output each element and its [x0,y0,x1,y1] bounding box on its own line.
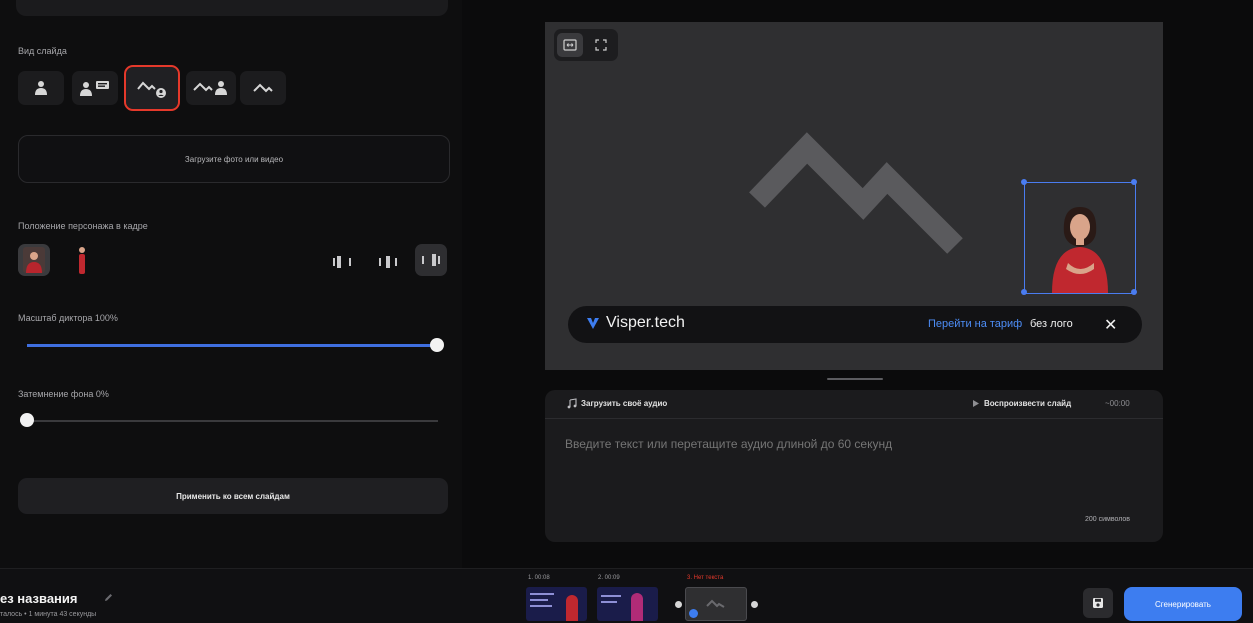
slide-thumbnail-1[interactable] [526,587,587,621]
person-with-caption-icon [80,81,109,96]
character-count: 200 символов [1085,516,1131,523]
background-dim-label: Затемнение фона 0% [18,389,109,399]
watermark-logo: Visper.tech [586,314,685,332]
save-button[interactable] [1083,588,1113,618]
upload-media-label: Загрузите фото или видео [184,154,284,164]
slide-type-presenter[interactable] [18,71,64,105]
generate-button[interactable]: Сгенерировать [1124,587,1242,621]
project-bottom-bar: ез названия талось • 1 минута 43 секунды… [0,568,1253,623]
top-strip [16,0,448,16]
apply-to-all-slides-button[interactable]: Применить ко всем слайдам [18,478,448,514]
presenter-scale-fill [27,344,435,347]
thumbnail-mountain-icon [706,599,725,608]
presenter-avatar-icon [23,247,45,273]
slide-thumbnail-2[interactable] [597,587,658,621]
watermark-suffix: без лого [1030,318,1073,330]
resize-handle-top-right[interactable] [1131,179,1137,185]
presenter-full-avatar[interactable] [18,244,50,276]
presenter-scale-slider[interactable] [27,337,444,353]
presenter-image [1052,207,1108,293]
presenter-scale-label: Масштаб диктора 100% [18,313,118,323]
watermark-brand-text: Visper.tech [606,314,685,331]
slide-type-background-only[interactable] [240,71,286,105]
expand-icon [595,39,607,51]
floppy-disk-icon [1093,598,1103,608]
settings-panel: Вид слайда Загрузите фото или видео Поло… [0,0,462,568]
selected-slide-indicator [689,609,698,618]
close-icon[interactable]: ✕ [1104,315,1117,335]
align-center-icon [379,256,397,268]
slide-type-presenter-with-text[interactable] [72,71,118,105]
slide-type-label: Вид слайда [18,46,67,56]
play-icon [973,400,979,407]
background-and-person-icon [193,81,227,95]
presenter-selection-frame[interactable] [1021,179,1137,295]
slide-type-background-presenter[interactable] [186,71,236,105]
watermark-bar: Visper.tech Перейти на тариф без лого ✕ [568,306,1142,343]
script-editor: Загрузить своё аудио Воспроизвести слайд… [545,390,1163,542]
mountain-icon [253,83,273,93]
slide-2-label: 2. 00:09 [598,575,620,581]
resize-divider[interactable] [827,378,883,380]
add-slide-before-dot[interactable] [675,601,682,608]
person-icon [35,81,47,95]
background-with-avatar-icon [137,81,166,98]
resize-handle-top-left[interactable] [1021,179,1027,185]
slide-1-label: 1. 00:08 [528,575,550,581]
align-center-button[interactable] [372,246,404,278]
slide-type-background-small-presenter[interactable] [124,65,180,111]
align-right-button[interactable] [415,244,447,276]
presenter-position-label: Положение персонажа в кадре [18,221,148,231]
resize-handle-bottom-right[interactable] [1131,289,1137,295]
resize-handle-bottom-left[interactable] [1021,289,1027,295]
play-slide-button[interactable]: Воспроизвести слайд [984,399,1071,408]
script-text-input[interactable] [565,437,1135,451]
edit-pencil-icon[interactable] [104,593,113,602]
slide-3-label: 3. Нет текста [687,575,724,581]
upgrade-plan-link[interactable]: Перейти на тариф [928,318,1022,330]
background-dim-thumb[interactable] [20,413,34,427]
fit-frame-icon [563,39,577,51]
preview-mode-toggle [554,29,618,61]
project-subtitle: талось • 1 минута 43 секунды [0,611,97,618]
align-left-icon [333,256,351,268]
align-left-button[interactable] [326,246,358,278]
background-dim-track [20,420,438,422]
project-title[interactable]: ез названия [0,591,78,606]
presenter-scale-thumb[interactable] [430,338,444,352]
music-note-icon [567,398,577,409]
background-placeholder-icon [749,132,963,254]
play-duration: ~00:00 [1105,399,1130,408]
background-dim-slider[interactable] [20,412,440,428]
fullscreen-button[interactable] [588,33,614,57]
align-right-icon [422,254,440,266]
upload-audio-button[interactable]: Загрузить своё аудио [581,399,667,408]
visper-logo-icon [587,318,599,329]
slide-preview[interactable]: Visper.tech Перейти на тариф без лого ✕ [545,22,1163,370]
presenter-standing-icon [79,247,85,274]
fit-mode-button[interactable] [557,33,583,57]
presenter-narrow-avatar[interactable] [66,244,98,276]
upload-media-dropzone[interactable]: Загрузите фото или видео [18,135,450,183]
add-slide-after-dot[interactable] [751,601,758,608]
